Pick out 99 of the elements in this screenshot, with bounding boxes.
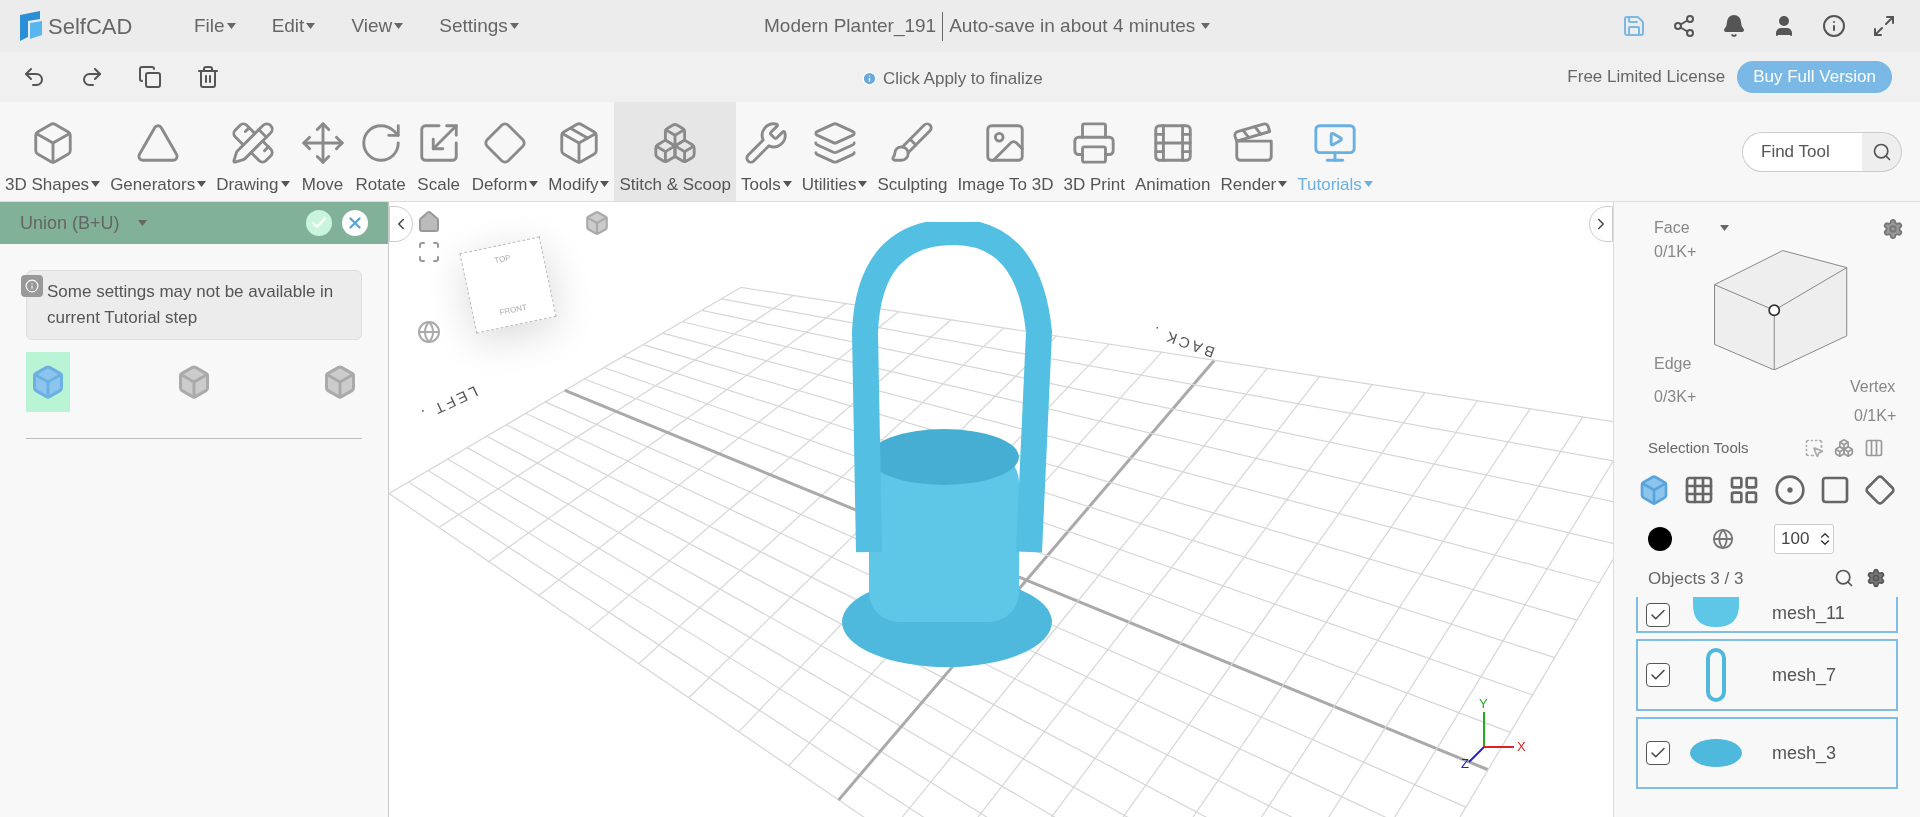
object-list-item[interactable]: mesh_11	[1636, 597, 1898, 633]
settings-icon[interactable]	[1882, 218, 1904, 240]
undo-icon[interactable]	[22, 65, 46, 89]
caret-icon	[1201, 23, 1211, 30]
caret-icon	[1278, 181, 1288, 188]
tool-button[interactable]: Render	[1215, 102, 1293, 201]
cancel-button[interactable]	[342, 210, 368, 236]
caret-icon	[600, 181, 610, 188]
caret-icon	[197, 181, 207, 188]
visibility-checkbox[interactable]	[1646, 603, 1670, 627]
tool-button[interactable]: Utilities	[796, 102, 873, 201]
logo-text: SelfCAD	[48, 12, 133, 41]
tool-button[interactable]: Modify	[543, 102, 615, 201]
fullscreen-icon[interactable]	[1872, 14, 1896, 38]
edge-count: 0/3K+	[1654, 387, 1697, 407]
axis-label: Y	[1479, 695, 1488, 713]
home-icon[interactable]	[417, 210, 441, 234]
caret-icon	[529, 181, 539, 188]
document-title: Modern Planter_191	[764, 12, 944, 41]
axis-label: X	[1517, 738, 1526, 756]
color-swatch[interactable]	[1648, 526, 1672, 551]
tool-button[interactable]: Tools	[735, 102, 797, 201]
caret-icon	[306, 23, 316, 29]
pencil-ruler-icon	[229, 119, 276, 166]
settings-icon[interactable]	[1866, 568, 1886, 589]
object-name: mesh_7	[1772, 663, 1837, 688]
edge-label: Edge	[1654, 354, 1692, 374]
cup-thumbnail	[1691, 597, 1741, 627]
object-name: mesh_11	[1772, 602, 1845, 626]
visibility-checkbox[interactable]	[1646, 741, 1670, 765]
tool-button[interactable]: Animation	[1129, 102, 1216, 201]
tool-button[interactable]: Move	[294, 102, 351, 201]
tool-button[interactable]: Generators	[105, 102, 212, 201]
face-count: 0/1K+	[1654, 242, 1697, 262]
vertex-count: 0/1K+	[1854, 406, 1897, 426]
caret-icon	[782, 181, 792, 188]
tool-button[interactable]: Stitch & Scoop	[614, 102, 736, 201]
info-badge-icon	[21, 275, 43, 297]
cube-icon	[1638, 473, 1670, 506]
disc-thumbnail	[1689, 738, 1743, 768]
copy-icon[interactable]	[138, 65, 162, 89]
caret-icon	[1719, 225, 1729, 231]
hint-text: Click Apply to finalize	[883, 68, 1043, 90]
tool-button[interactable]: 3D Shapes	[0, 102, 106, 201]
vertex-label: Vertex	[1850, 377, 1896, 397]
boxes-icon[interactable]	[1834, 438, 1854, 459]
caret-icon	[91, 181, 101, 188]
columns-icon[interactable]	[1864, 438, 1884, 459]
notifications-icon[interactable]	[1722, 14, 1746, 38]
diamond-icon	[482, 119, 528, 166]
cube-face-label: TOP	[493, 252, 512, 268]
tool-button[interactable]: 3D Print	[1058, 102, 1130, 201]
search-icon[interactable]	[1834, 568, 1854, 589]
frame-icon[interactable]	[417, 240, 441, 264]
caret-icon	[137, 220, 147, 226]
redo-icon[interactable]	[80, 65, 104, 89]
object-name: mesh_3	[1772, 741, 1837, 766]
tool-button[interactable]: Rotate	[350, 102, 411, 201]
tool-button[interactable]: Deform	[466, 102, 544, 201]
license-text: Free Limited License	[1567, 66, 1726, 89]
menu-item[interactable]: File	[194, 11, 236, 41]
cube-icon	[30, 364, 66, 400]
menu-item[interactable]: Settings	[439, 11, 519, 41]
delete-icon[interactable]	[196, 65, 220, 89]
selection-tools-label: Selection Tools	[1648, 438, 1749, 458]
tool-button[interactable]: Sculpting	[872, 102, 953, 201]
axis-label: Z	[1461, 755, 1469, 773]
autosave-dropdown[interactable]: Auto-save in about 4 minutes	[943, 12, 1211, 41]
caret-icon	[394, 23, 404, 29]
notice-text: Some settings may not be available in current Tutorial step	[47, 281, 335, 329]
caret-icon	[280, 181, 290, 188]
tool-button[interactable]: Scale	[410, 102, 467, 201]
info-icon	[862, 71, 877, 87]
info-icon[interactable]	[1822, 14, 1846, 38]
objects-title: Objects 3 / 3	[1648, 567, 1744, 590]
caret-icon	[858, 181, 868, 188]
object-list-item[interactable]: mesh_7	[1636, 639, 1898, 711]
cube-icon	[322, 364, 358, 400]
menu-item[interactable]: Edit	[271, 11, 316, 41]
opacity-field[interactable]: 100	[1774, 523, 1834, 554]
cube-icon	[176, 364, 212, 400]
printer-icon	[1071, 119, 1118, 166]
collapse-panel-button[interactable]	[1589, 206, 1613, 242]
wrench-icon	[743, 119, 790, 166]
object-list-item[interactable]: mesh_3	[1636, 717, 1898, 789]
cube-face-label: FRONT	[498, 301, 529, 320]
collapse-panel-button[interactable]	[389, 206, 413, 242]
caret-icon	[509, 23, 519, 29]
layers-icon	[811, 119, 858, 166]
visibility-checkbox[interactable]	[1646, 663, 1670, 687]
close-icon	[346, 214, 364, 232]
menu-item[interactable]: View	[351, 11, 404, 41]
caret-icon	[226, 23, 236, 29]
share-icon[interactable]	[1672, 14, 1696, 38]
tool-button[interactable]: Drawing	[211, 102, 295, 201]
tool-button[interactable]: Image To 3D	[952, 102, 1059, 201]
handle-thumbnail	[1704, 647, 1728, 703]
caret-icon	[1363, 181, 1373, 188]
logo-icon	[18, 11, 44, 41]
